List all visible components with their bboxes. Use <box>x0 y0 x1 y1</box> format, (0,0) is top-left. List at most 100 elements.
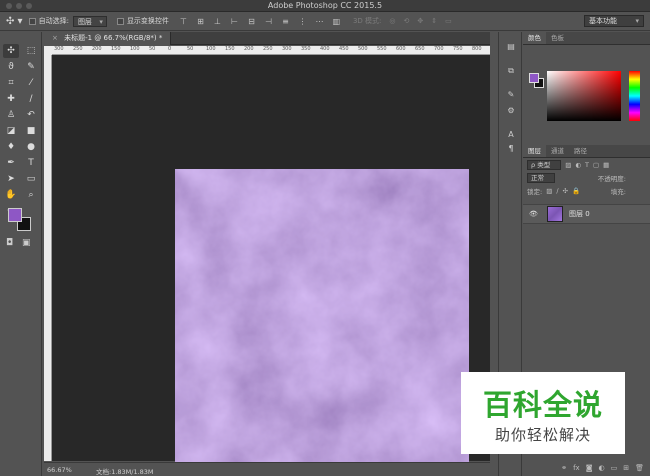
ruler-tick-label: 150 <box>111 46 121 52</box>
crop-tool-icon[interactable]: ⌗ <box>3 76 19 90</box>
color-panel-tabs: 颜色 色板 <box>523 32 650 45</box>
pen-tool-icon[interactable]: ✒ <box>3 156 19 170</box>
new-layer-icon[interactable]: ⊞ <box>623 464 629 476</box>
type-tool-icon[interactable]: T <box>23 156 39 170</box>
auto-select-check-icon[interactable] <box>28 17 36 25</box>
blur-tool-icon[interactable]: ♦ <box>3 140 19 154</box>
foreground-color-swatch[interactable] <box>8 208 22 222</box>
canvas-area[interactable] <box>52 55 490 464</box>
ruler-tick-label: 200 <box>92 46 102 52</box>
layer-name[interactable]: 图层 0 <box>569 209 590 219</box>
align-bottom-icon[interactable]: ⊥ <box>213 17 222 26</box>
roll-3d-icon[interactable]: ⟲ <box>403 17 409 25</box>
layer-mask-icon[interactable]: ◙ <box>586 464 593 476</box>
layer-filter-dropdown[interactable]: ρ 类型 <box>527 159 562 170</box>
eyedropper-tool-icon[interactable]: ⁄ <box>23 76 39 90</box>
hand-tool-icon[interactable]: ✋ <box>3 188 19 202</box>
tab-paths[interactable]: 路径 <box>569 145 592 157</box>
distribute-v-icon[interactable]: ⋮ <box>298 17 307 26</box>
tab-channels[interactable]: 通道 <box>546 145 569 157</box>
ruler-tick-label: 50 <box>149 46 156 52</box>
ruler-tick-label: 700 <box>434 46 444 52</box>
layers-footer: ⚭ fx ◙ ◐ ▭ ⊞ 🗑 <box>523 464 650 476</box>
delete-layer-icon[interactable]: 🗑 <box>635 464 644 476</box>
quick-mask-icon[interactable]: ◘ <box>6 238 13 248</box>
filter-type-icon[interactable]: T <box>585 161 589 169</box>
adjustment-layer-icon[interactable]: ◐ <box>599 464 605 476</box>
horizontal-ruler[interactable]: 300 250 200 150 100 50 0 50 100 150 200 250 300 350 40… <box>52 46 490 55</box>
history-brush-icon[interactable]: ↶ <box>23 108 39 122</box>
quick-select-tool-icon[interactable]: ✎ <box>23 60 39 74</box>
hue-slider[interactable] <box>629 71 640 121</box>
paragraph-panel-icon[interactable]: ¶ <box>506 144 516 154</box>
character-panel-icon[interactable]: A <box>506 130 516 140</box>
auto-align-icon[interactable]: ▥ <box>332 17 341 26</box>
eraser-tool-icon[interactable]: ◪ <box>3 124 19 138</box>
document-canvas[interactable] <box>175 169 469 464</box>
filter-shape-icon[interactable]: ▢ <box>593 161 599 169</box>
tab-swatches[interactable]: 色板 <box>546 32 569 44</box>
tab-layers[interactable]: 图层 <box>523 145 546 157</box>
tab-color[interactable]: 颜色 <box>523 32 546 44</box>
panel-foreground-swatch[interactable] <box>529 73 539 83</box>
visibility-eye-icon[interactable]: 👁 <box>529 210 539 218</box>
scale-3d-icon[interactable]: ▭ <box>445 17 452 25</box>
document-tab-title: 未标题-1 @ 66.7%(RGB/8*) * <box>64 34 163 42</box>
filter-adjust-icon[interactable]: ◐ <box>575 161 581 169</box>
blend-mode-dropdown[interactable]: 正常 <box>527 172 555 183</box>
layer-style-icon[interactable]: fx <box>573 464 580 476</box>
properties-panel-icon[interactable]: ⧉ <box>506 66 516 76</box>
marquee-tool-icon[interactable]: ⬚ <box>23 44 39 58</box>
layer-row[interactable]: 👁 图层 0 <box>523 204 650 224</box>
distribute-icon[interactable]: ≡ <box>281 17 290 26</box>
align-left-icon[interactable]: ⊢ <box>230 17 239 26</box>
close-tab-icon[interactable]: × <box>52 34 58 42</box>
distribute-h-icon[interactable]: ⋯ <box>315 17 324 26</box>
shape-tool-icon[interactable]: ▭ <box>23 172 39 186</box>
align-vcenter-icon[interactable]: ⊞ <box>196 17 205 26</box>
show-transform-label: 显示变换控件 <box>126 17 169 25</box>
lock-pixels-icon[interactable]: ▨ <box>546 187 552 195</box>
pan-3d-icon[interactable]: ✥ <box>417 17 423 25</box>
align-right-icon[interactable]: ⊣ <box>264 17 273 26</box>
move-tool-icon[interactable]: ✣ <box>3 44 19 58</box>
lasso-tool-icon[interactable]: ϑ <box>3 60 19 74</box>
healing-tool-icon[interactable]: ✚ <box>3 92 19 106</box>
filter-smart-icon[interactable]: ▦ <box>603 161 609 169</box>
link-layers-icon[interactable]: ⚭ <box>561 464 567 476</box>
auto-select-dropdown[interactable]: 图层 <box>72 15 107 27</box>
auto-select-checkbox[interactable]: 自动选择: 图层 <box>28 15 107 27</box>
adjust-panel-icon[interactable]: ⚙ <box>506 106 516 116</box>
align-top-icon[interactable]: ⊤ <box>179 17 188 26</box>
zoom-tool-icon[interactable]: ⌕ <box>23 188 39 202</box>
lock-position-icon[interactable]: ✣ <box>563 187 568 195</box>
ruler-tick-label: 650 <box>415 46 425 52</box>
document-tab[interactable]: × 未标题-1 @ 66.7%(RGB/8*) * <box>44 32 172 45</box>
screen-mode-icon[interactable]: ▣ <box>22 238 31 248</box>
dodge-tool-icon[interactable]: ● <box>23 140 39 154</box>
vertical-ruler[interactable] <box>44 55 52 461</box>
workspace-dropdown[interactable]: 基本功能 <box>584 15 644 27</box>
move-tool-icon[interactable]: ✣ ▾ <box>6 16 23 27</box>
lock-paint-icon[interactable]: ∕ <box>556 187 558 195</box>
show-transform-check-icon[interactable] <box>116 17 124 25</box>
color-field[interactable] <box>547 71 621 121</box>
show-transform-checkbox[interactable]: 显示变换控件 <box>116 16 169 26</box>
ruler-tick-label: 400 <box>320 46 330 52</box>
ruler-origin[interactable] <box>44 46 52 55</box>
zoom-level[interactable]: 66.67% <box>47 466 72 474</box>
slide-3d-icon[interactable]: ⇕ <box>431 17 437 25</box>
brush-panel-icon[interactable]: ✎ <box>506 90 516 100</box>
brush-tool-icon[interactable]: ∕ <box>23 92 39 106</box>
stamp-tool-icon[interactable]: ♙ <box>3 108 19 122</box>
new-group-icon[interactable]: ▭ <box>611 464 618 476</box>
align-hcenter-icon[interactable]: ⊟ <box>247 17 256 26</box>
ruler-tick-label: 250 <box>263 46 273 52</box>
path-select-tool-icon[interactable]: ➤ <box>3 172 19 186</box>
orbit-3d-icon[interactable]: ◎ <box>389 17 395 25</box>
lock-label: 锁定: <box>527 187 543 196</box>
history-panel-icon[interactable]: ▤ <box>506 42 516 52</box>
gradient-tool-icon[interactable]: ■ <box>23 124 39 138</box>
filter-pixel-icon[interactable]: ▨ <box>565 161 571 169</box>
lock-all-icon[interactable]: 🔒 <box>572 187 580 195</box>
